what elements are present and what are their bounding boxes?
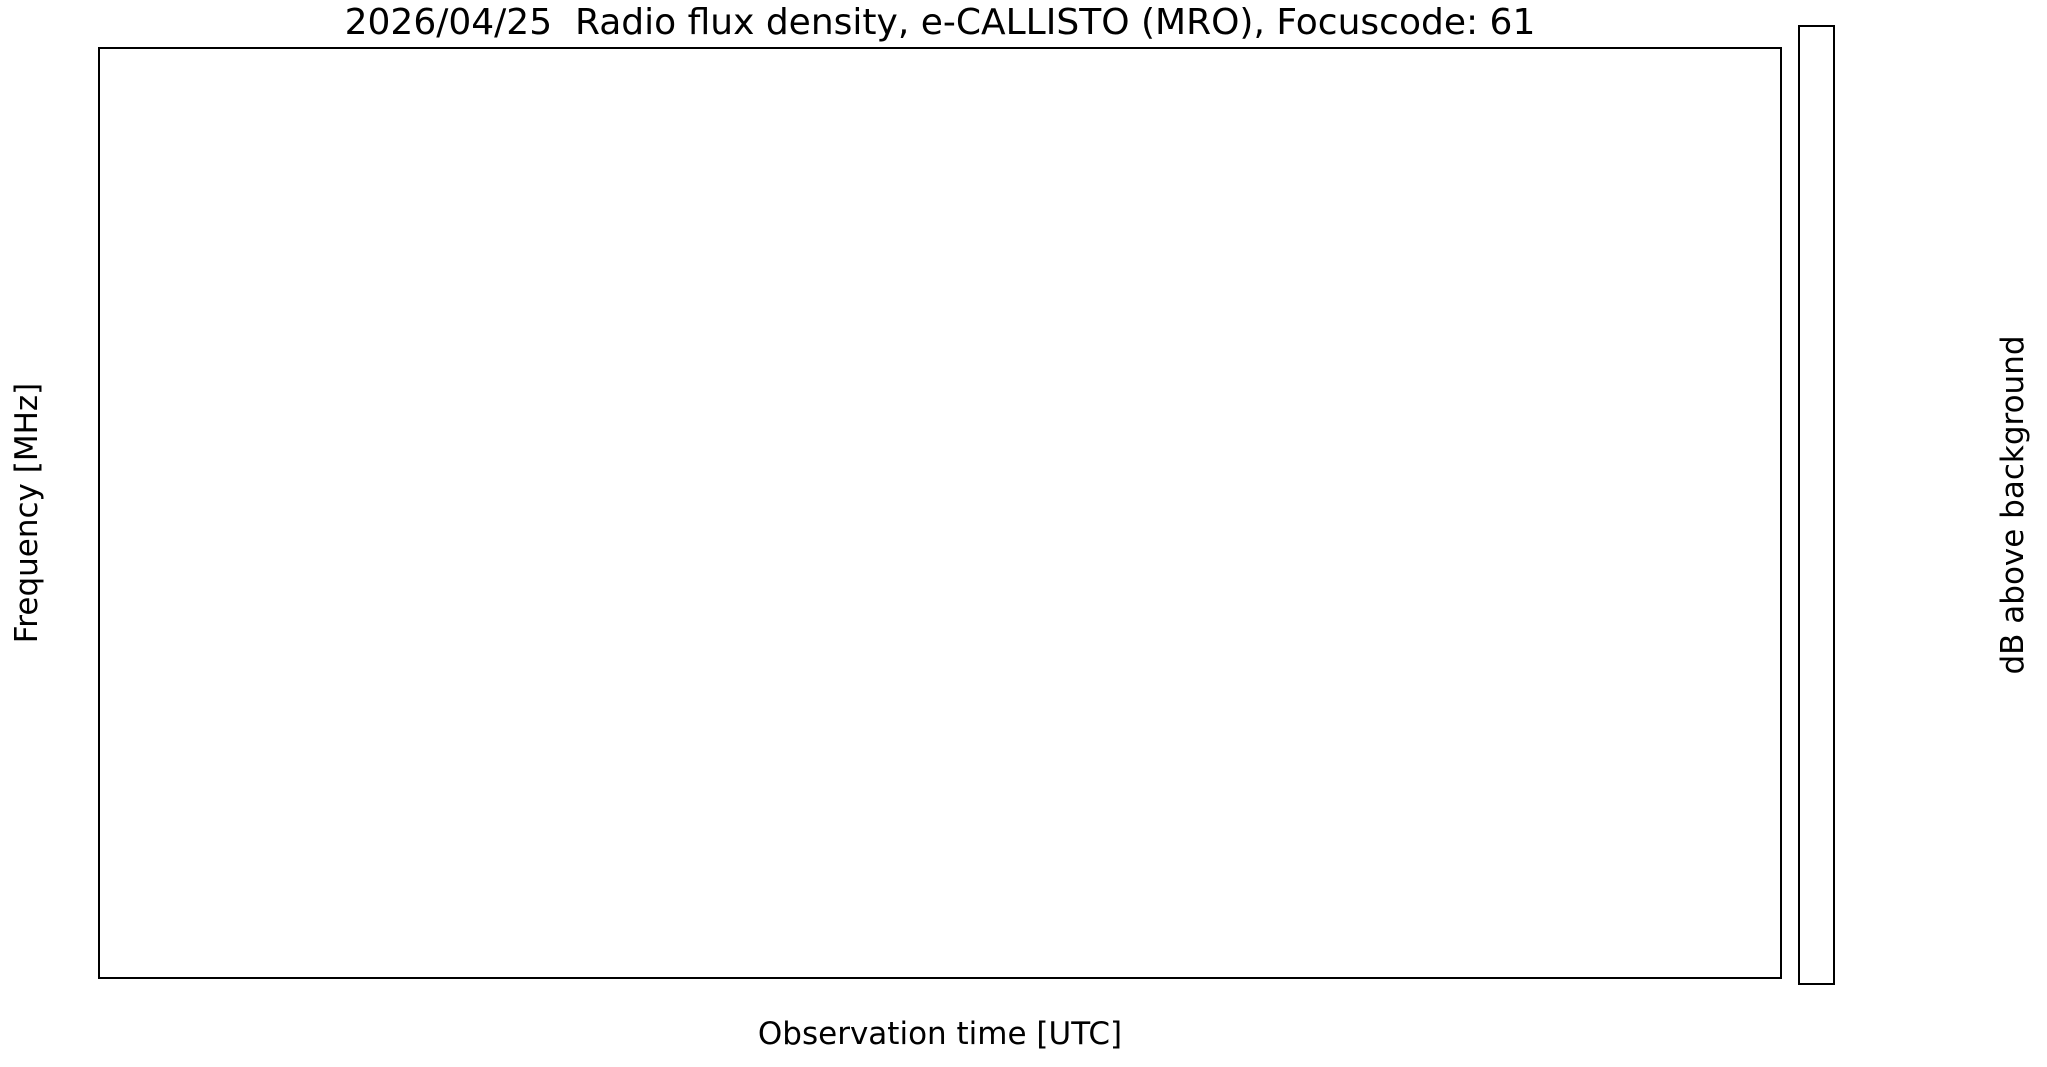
colorbar-label: dB above background (1995, 335, 2031, 675)
x-axis-label: Observation time [UTC] (757, 1016, 1123, 1052)
colorbar (1798, 25, 1835, 985)
spectrogram-canvas (100, 49, 1780, 977)
chart-title: 2026/04/25 Radio flux density, e-CALLIST… (344, 2, 1536, 43)
colorbar-gradient-canvas (1800, 27, 1833, 983)
plot-area (98, 47, 1782, 979)
y-axis-label: Frequency [MHz] (9, 382, 45, 644)
